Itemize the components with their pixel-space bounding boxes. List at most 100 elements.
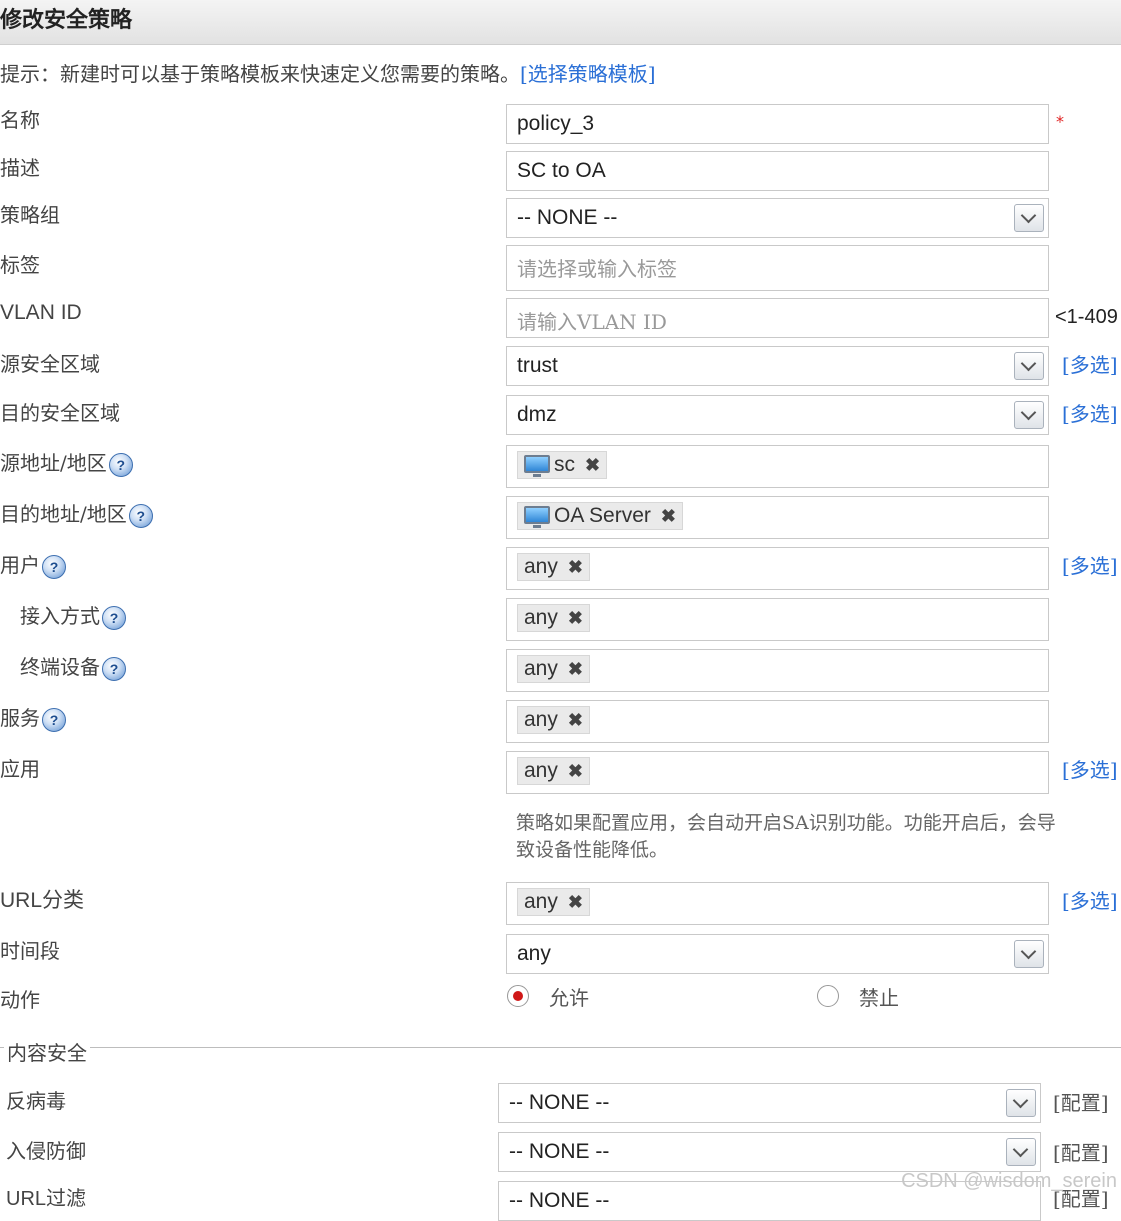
antivirus-dropdown-button[interactable] bbox=[1006, 1089, 1036, 1117]
hint-text: 提示：新建时可以基于策略模板来快速定义您需要的策略。[选择策略模板] bbox=[0, 58, 656, 87]
required-marker: * bbox=[1056, 112, 1064, 131]
name-label: 名称 bbox=[0, 108, 40, 132]
remove-token-icon[interactable]: ✖ bbox=[568, 557, 583, 577]
dst-address-field[interactable]: OA Server ✖ bbox=[506, 496, 1049, 539]
description-label: 描述 bbox=[0, 156, 40, 180]
chevron-down-icon bbox=[1020, 404, 1037, 421]
name-input[interactable]: policy_3 bbox=[506, 104, 1049, 144]
remove-token-icon[interactable]: ✖ bbox=[568, 761, 583, 781]
help-icon[interactable]: ? bbox=[42, 707, 66, 732]
time-range-select[interactable]: any bbox=[506, 934, 1049, 974]
policy-group-label: 策略组 bbox=[0, 203, 60, 227]
src-zone-label: 源安全区域 bbox=[0, 352, 100, 376]
help-icon[interactable]: ? bbox=[42, 554, 66, 579]
help-icon[interactable]: ? bbox=[108, 452, 133, 477]
action-allow-label[interactable]: 允许 bbox=[549, 982, 589, 1011]
src-address-token: sc ✖ bbox=[517, 451, 608, 479]
time-range-dropdown-button[interactable] bbox=[1014, 940, 1044, 968]
user-multi-select-link[interactable]: [多选] bbox=[1062, 550, 1118, 579]
action-allow-radio[interactable] bbox=[507, 985, 529, 1007]
dst-address-token: OA Server ✖ bbox=[517, 502, 683, 530]
action-label: 动作 bbox=[0, 988, 40, 1012]
application-multi-select-link[interactable]: [多选] bbox=[1062, 754, 1118, 783]
url-category-multi-select-link[interactable]: [多选] bbox=[1062, 885, 1118, 914]
policy-group-dropdown-button[interactable] bbox=[1014, 204, 1044, 232]
url-category-token-label: any bbox=[524, 890, 558, 913]
section-divider bbox=[0, 1047, 1121, 1048]
help-icon[interactable]: ? bbox=[102, 605, 126, 630]
antivirus-config-link[interactable]: [配置] bbox=[1053, 1087, 1109, 1116]
terminal-device-field[interactable]: any ✖ bbox=[506, 649, 1049, 692]
select-template-link[interactable]: [选择策略模板] bbox=[520, 62, 656, 86]
action-deny-label[interactable]: 禁止 bbox=[859, 982, 899, 1011]
src-zone-select[interactable]: trust bbox=[506, 346, 1049, 386]
dst-zone-label: 目的安全区域 bbox=[0, 401, 120, 425]
user-token-label: any bbox=[524, 555, 558, 578]
help-icon[interactable]: ? bbox=[128, 503, 153, 528]
antivirus-select[interactable]: -- NONE -- bbox=[498, 1083, 1041, 1123]
terminal-device-label: 终端设备? bbox=[20, 651, 126, 681]
url-category-field[interactable]: any ✖ bbox=[506, 882, 1049, 925]
terminal-device-token: any ✖ bbox=[517, 655, 590, 683]
access-mode-label: 接入方式? bbox=[20, 600, 126, 630]
chevron-down-icon bbox=[1012, 1141, 1029, 1158]
access-mode-token-label: any bbox=[524, 606, 558, 629]
access-mode-label-text: 接入方式 bbox=[20, 604, 100, 628]
vlan-id-placeholder: 请输入VLAN ID bbox=[517, 310, 667, 334]
ips-config-link[interactable]: [配置] bbox=[1053, 1137, 1109, 1166]
src-address-label: 源地址/地区? bbox=[0, 447, 133, 477]
service-label-text: 服务 bbox=[0, 706, 40, 730]
vlan-id-input[interactable]: 请输入VLAN ID bbox=[506, 298, 1049, 338]
dst-zone-dropdown-button[interactable] bbox=[1014, 401, 1044, 429]
help-icon[interactable]: ? bbox=[102, 656, 126, 681]
time-range-value: any bbox=[517, 942, 551, 965]
remove-token-icon[interactable]: ✖ bbox=[585, 455, 600, 475]
url-filter-label-text: URL过滤 bbox=[6, 1188, 87, 1210]
service-label: 服务? bbox=[0, 702, 66, 732]
terminal-device-token-label: any bbox=[524, 657, 558, 680]
vlan-id-label: VLAN ID bbox=[0, 301, 82, 324]
dst-address-token-label: OA Server bbox=[554, 504, 651, 527]
dst-zone-value: dmz bbox=[517, 403, 557, 426]
ips-dropdown-button[interactable] bbox=[1006, 1138, 1036, 1166]
action-deny-radio[interactable] bbox=[817, 985, 839, 1007]
chevron-down-icon bbox=[1020, 943, 1037, 960]
antivirus-label: 反病毒 bbox=[6, 1089, 66, 1113]
url-category-label: URL分类 bbox=[0, 884, 84, 914]
policy-group-select[interactable]: -- NONE -- bbox=[506, 198, 1049, 238]
description-input[interactable]: SC to OA bbox=[506, 151, 1049, 191]
user-field[interactable]: any ✖ bbox=[506, 547, 1049, 590]
remove-token-icon[interactable]: ✖ bbox=[568, 710, 583, 730]
url-filter-label: URL过滤 bbox=[6, 1182, 86, 1211]
application-field[interactable]: any ✖ bbox=[506, 751, 1049, 794]
dst-zone-multi-select-link[interactable]: [多选] bbox=[1062, 398, 1118, 427]
url-category-label-text: URL分类 bbox=[0, 889, 85, 912]
chevron-down-icon bbox=[1020, 355, 1037, 372]
application-token: any ✖ bbox=[517, 757, 590, 785]
tag-label: 标签 bbox=[0, 253, 40, 277]
remove-token-icon[interactable]: ✖ bbox=[568, 892, 583, 912]
service-token-label: any bbox=[524, 708, 558, 731]
remove-token-icon[interactable]: ✖ bbox=[661, 506, 676, 526]
hint-message: 提示：新建时可以基于策略模板来快速定义您需要的策略。 bbox=[0, 62, 520, 86]
computer-icon bbox=[524, 506, 550, 528]
remove-token-icon[interactable]: ✖ bbox=[568, 659, 583, 679]
service-field[interactable]: any ✖ bbox=[506, 700, 1049, 743]
access-mode-field[interactable]: any ✖ bbox=[506, 598, 1049, 641]
dst-address-label-text: 目的地址/地区 bbox=[0, 502, 127, 526]
remove-token-icon[interactable]: ✖ bbox=[568, 608, 583, 628]
description-value: SC to OA bbox=[517, 159, 606, 182]
user-token: any ✖ bbox=[517, 553, 590, 581]
name-value: policy_3 bbox=[517, 112, 595, 135]
src-zone-dropdown-button[interactable] bbox=[1014, 352, 1044, 380]
dst-zone-select[interactable]: dmz bbox=[506, 395, 1049, 435]
tag-placeholder: 请选择或输入标签 bbox=[517, 257, 677, 281]
application-label: 应用 bbox=[0, 757, 40, 781]
tag-input[interactable]: 请选择或输入标签 bbox=[506, 245, 1049, 291]
vlan-id-range-hint: <1-409 bbox=[1055, 306, 1118, 328]
ips-select[interactable]: -- NONE -- bbox=[498, 1132, 1041, 1172]
src-address-field[interactable]: sc ✖ bbox=[506, 445, 1049, 488]
src-zone-multi-select-link[interactable]: [多选] bbox=[1062, 349, 1118, 378]
user-label: 用户? bbox=[0, 549, 66, 579]
watermark: CSDN @wisdom_serein bbox=[901, 1170, 1117, 1192]
